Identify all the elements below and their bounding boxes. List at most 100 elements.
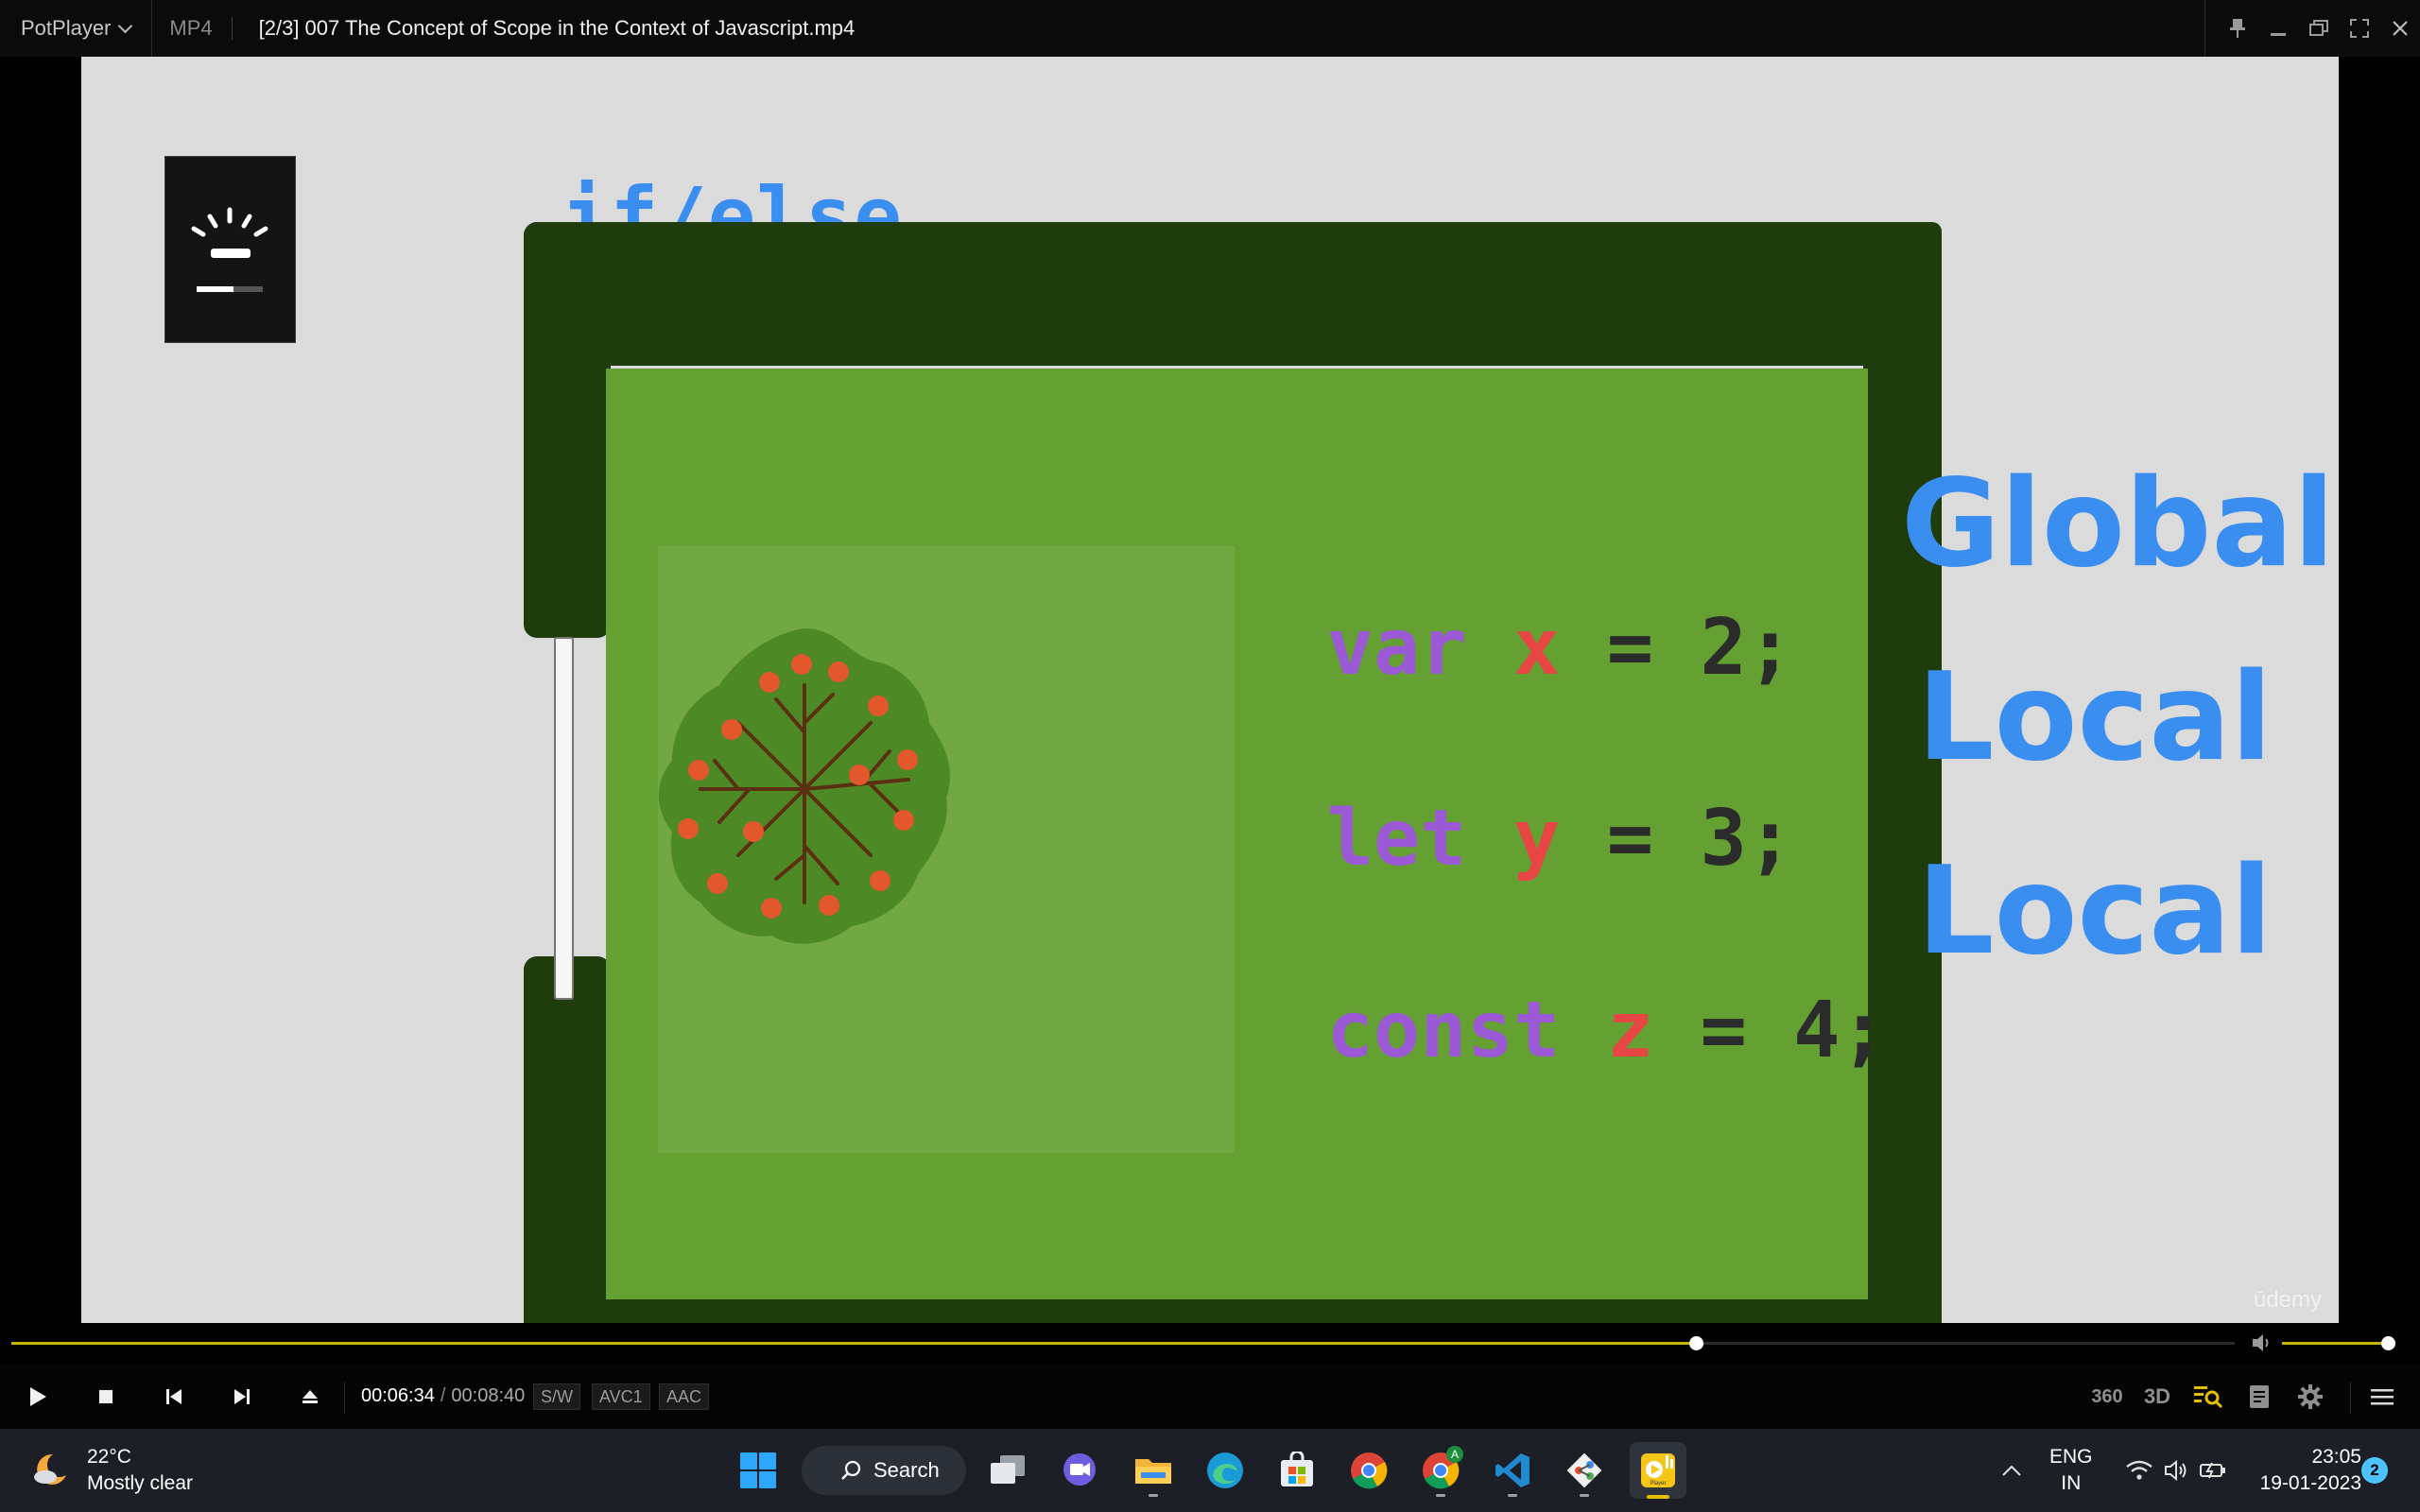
brightness-level-fill: [197, 286, 233, 292]
seek-track[interactable]: [11, 1336, 2235, 1350]
hamburger-menu-icon: [2371, 1389, 2394, 1405]
play-icon: [30, 1387, 46, 1406]
title-bar: PotPlayer MP4 [2/3] 007 The Concept of S…: [0, 0, 2420, 57]
potplayer-icon-label: Player: [1650, 1481, 1666, 1486]
chapters-button[interactable]: [2240, 1378, 2278, 1416]
audio-codec-badge[interactable]: AAC: [659, 1383, 710, 1410]
decoder-badge[interactable]: S/W: [533, 1383, 580, 1410]
edge-browser-app[interactable]: [1197, 1442, 1253, 1499]
speaker-icon: [2253, 1334, 2269, 1351]
notification-badge[interactable]: 2: [2361, 1457, 2388, 1484]
edge-icon: [1207, 1452, 1243, 1488]
scope-word-local: Local: [1917, 647, 2273, 788]
pin-icon: [2229, 19, 2245, 38]
search-icon: [841, 1460, 861, 1480]
wifi-icon: [2126, 1460, 2152, 1480]
store-icon: [1281, 1452, 1313, 1486]
playlist-search-icon: [2194, 1386, 2223, 1409]
identifier: z: [1606, 986, 1654, 1075]
3d-button[interactable]: 3D: [2138, 1378, 2176, 1416]
volume-icon: [2165, 1459, 2187, 1482]
chat-app[interactable]: [1051, 1442, 1108, 1499]
settings-button[interactable]: [2291, 1378, 2329, 1416]
3d-label: 3D: [2143, 1384, 2171, 1408]
quick-settings-button[interactable]: [2119, 1442, 2233, 1499]
keyword: var: [1326, 603, 1467, 693]
previous-button[interactable]: [155, 1378, 193, 1416]
region-code: IN: [2061, 1472, 2082, 1494]
clock-time: 23:05: [2311, 1446, 2361, 1468]
next-button[interactable]: [223, 1378, 261, 1416]
language-code: ENG: [2049, 1446, 2093, 1468]
video-codec-badge[interactable]: AVC1: [592, 1383, 650, 1410]
control-bar: 00:06:34/00:08:40 S/W AVC1 AAC 360 3D: [0, 1365, 2420, 1429]
stop-icon: [99, 1390, 112, 1403]
seek-progress: [11, 1342, 1697, 1345]
format-label: MP4: [152, 17, 233, 40]
app-menu-button[interactable]: PotPlayer: [0, 0, 153, 57]
window-title: [2/3] 007 The Concept of Scope in the Co…: [258, 16, 856, 40]
close-button[interactable]: [2379, 0, 2420, 57]
chrome-app[interactable]: [1340, 1442, 1397, 1499]
play-button[interactable]: [19, 1378, 57, 1416]
vr-360-button[interactable]: 360: [2085, 1378, 2129, 1416]
eject-button[interactable]: [291, 1378, 329, 1416]
input-language[interactable]: ENG IN: [2049, 1444, 2093, 1497]
volume-button[interactable]: [2250, 1331, 2274, 1360]
system-clock[interactable]: 23:05 19-01-2023: [2248, 1444, 2361, 1497]
chrome-profile-app[interactable]: A: [1412, 1442, 1469, 1499]
identifier: y: [1512, 794, 1561, 884]
total-time: 00:08:40: [451, 1385, 526, 1406]
brightness-icon: [191, 207, 268, 258]
chat-icon: [1063, 1453, 1096, 1486]
udemy-watermark: ūdemy: [2253, 1287, 2322, 1313]
volume-slider[interactable]: [2282, 1336, 2395, 1350]
video-frame[interactable]: if/else var x = 2; let y = 3; const z = …: [81, 57, 2339, 1323]
git-icon: [1566, 1452, 1602, 1488]
restore-button[interactable]: [2298, 0, 2339, 57]
start-button[interactable]: [730, 1442, 786, 1499]
task-view-button[interactable]: [979, 1442, 1036, 1499]
restore-icon: [2308, 20, 2328, 36]
divider: [344, 1382, 345, 1414]
battery-icon: [2200, 1462, 2225, 1479]
running-indicator: [1580, 1494, 1589, 1497]
assignment: = 4;: [1653, 986, 1887, 1075]
stop-button[interactable]: [87, 1378, 125, 1416]
weather-description: Mostly clear: [87, 1472, 194, 1494]
current-time: 00:06:34: [361, 1385, 435, 1406]
windows-logo-icon: [740, 1452, 776, 1488]
divider: [2350, 1382, 2351, 1414]
time-display[interactable]: 00:06:34/00:08:40: [361, 1385, 525, 1407]
playlist-search-button[interactable]: [2189, 1378, 2227, 1416]
scope-word-local: Local: [1917, 841, 2273, 982]
minimize-button[interactable]: [2257, 0, 2298, 57]
weather-widget[interactable]: 22°C Mostly clear: [28, 1444, 193, 1497]
pin-button[interactable]: [2217, 0, 2257, 57]
git-gui-app[interactable]: [1556, 1442, 1613, 1499]
brightness-osd: [164, 156, 296, 343]
show-hidden-icons-button[interactable]: [1985, 1442, 2038, 1499]
taskbar-search[interactable]: Search: [802, 1446, 966, 1495]
close-icon: [2392, 21, 2408, 36]
keyword: const: [1326, 986, 1561, 1075]
potplayer-app[interactable]: Player: [1630, 1442, 1686, 1499]
profile-badge: A: [1446, 1446, 1463, 1463]
assignment: = 3;: [1560, 794, 1794, 884]
weather-temperature: 22°C: [87, 1446, 131, 1468]
file-explorer-app[interactable]: [1125, 1442, 1182, 1499]
tree-illustration: [658, 628, 950, 944]
code-line-const: const z = 4;: [1140, 896, 1887, 1165]
time-separator: /: [440, 1385, 446, 1406]
os-taskbar: 22°C Mostly clear Search A Player ENG IN…: [0, 1429, 2420, 1512]
volume-handle[interactable]: [2381, 1336, 2395, 1350]
seek-handle[interactable]: [1689, 1336, 1704, 1350]
skip-forward-icon: [234, 1389, 250, 1404]
vscode-app[interactable]: [1484, 1442, 1541, 1499]
fullscreen-button[interactable]: [2339, 0, 2379, 57]
vscode-icon: [1495, 1453, 1530, 1487]
chevron-down-icon: [118, 18, 133, 33]
microsoft-store-app[interactable]: [1269, 1442, 1325, 1499]
main-menu-button[interactable]: [2363, 1378, 2401, 1416]
weather-text: 22°C Mostly clear: [87, 1444, 193, 1497]
